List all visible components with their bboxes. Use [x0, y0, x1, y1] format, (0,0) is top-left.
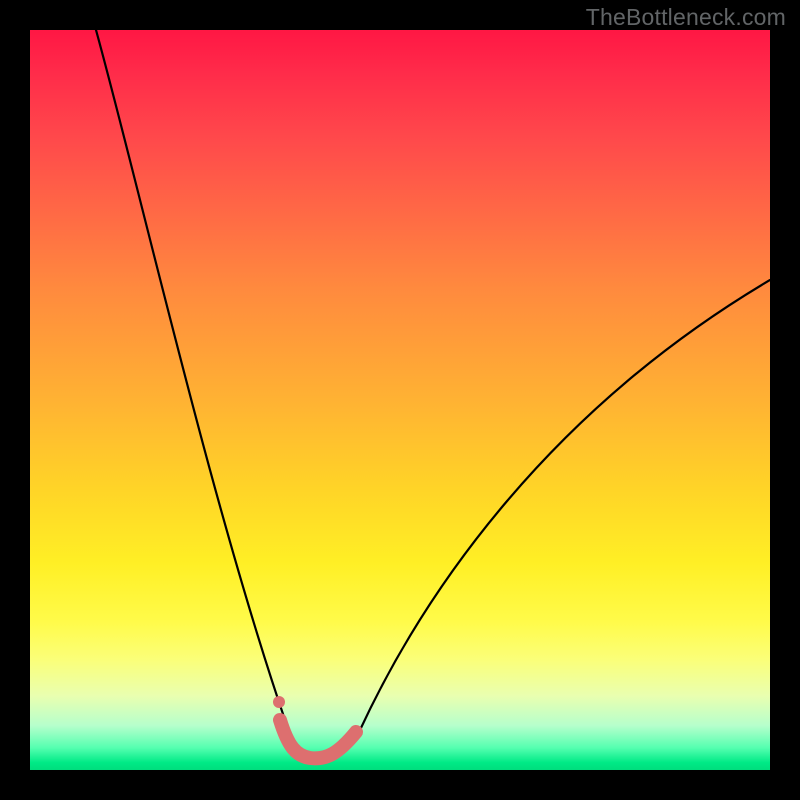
chart-frame: TheBottleneck.com	[0, 0, 800, 800]
curve-svg	[30, 30, 770, 770]
plot-area	[30, 30, 770, 770]
valley-highlight	[280, 720, 356, 758]
watermark-text: TheBottleneck.com	[586, 4, 786, 31]
bottleneck-curve	[96, 30, 770, 759]
highlight-dot-icon	[273, 696, 285, 708]
